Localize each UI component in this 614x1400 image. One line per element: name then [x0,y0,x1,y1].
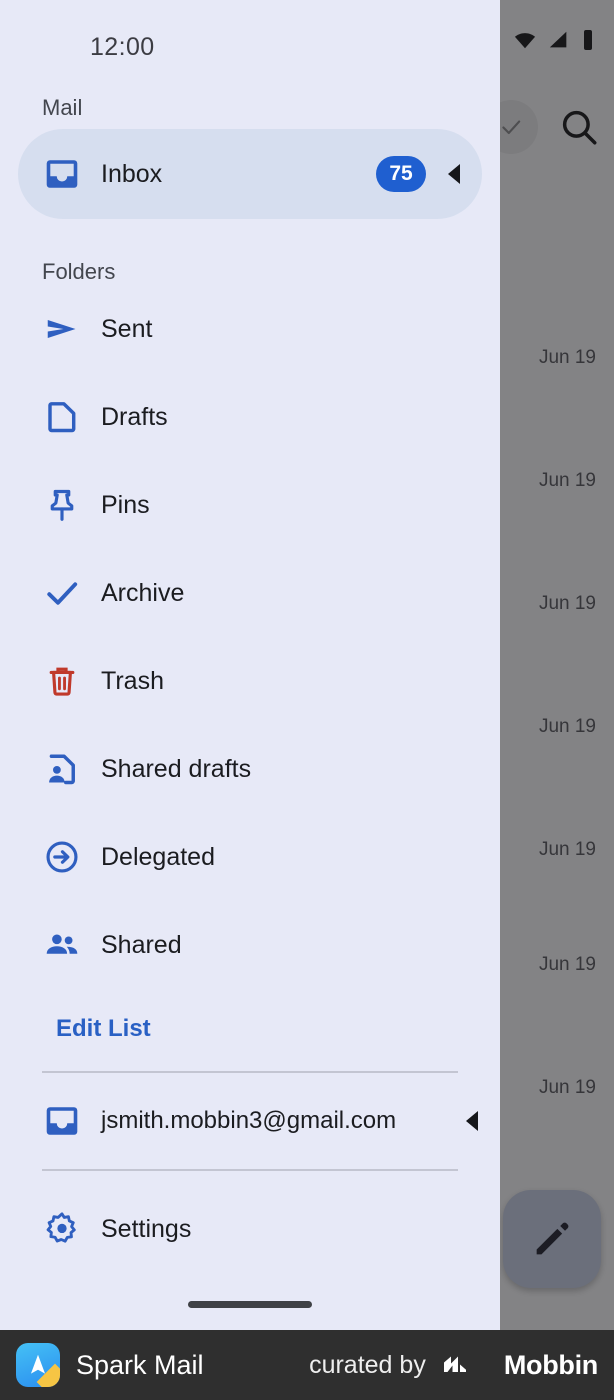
sidebar-item-label: Pins [101,490,150,519]
sidebar-item-settings[interactable]: Settings [0,1185,500,1273]
send-icon [42,309,82,349]
sidebar-item-trash[interactable]: Trash [0,637,500,725]
navigation-drawer: 12:00 Mail Inbox 75 Folders Sent Drafts … [0,0,500,1330]
app-name-label: Spark Mail [76,1349,204,1380]
curated-by-branding: curated by Mobbin [309,1350,598,1381]
folders-section-title: Folders [42,259,116,284]
account-email-label: jsmith.mobbin3@gmail.com [101,1107,397,1134]
check-icon [42,573,82,613]
status-bar-clock: 12:00 [90,33,155,61]
divider [42,1169,458,1171]
sidebar-item-sent[interactable]: Sent [0,285,500,373]
mobbin-label: Mobbin [503,1349,598,1380]
sidebar-item-drafts[interactable]: Drafts [0,373,500,461]
gear-icon [42,1209,82,1249]
document-icon [42,397,82,437]
spark-mail-app-icon [16,1343,60,1387]
arrow-circle-right-icon [42,837,82,877]
inbox-icon [42,1101,82,1141]
sidebar-item-label: Sent [101,314,153,343]
sidebar-item-label: Trash [101,666,164,695]
brand-bar: Spark Mail curated by Mobbin [0,1330,614,1400]
sidebar-item-delegated[interactable]: Delegated [0,813,500,901]
sidebar-item-label: Delegated [101,842,215,871]
curated-by-label: curated by [309,1350,426,1379]
sidebar-item-pins[interactable]: Pins [0,461,500,549]
sidebar-item-shared-drafts[interactable]: Shared drafts [0,725,500,813]
caret-left-icon[interactable] [466,1111,478,1131]
shared-draft-icon [42,749,82,789]
mobbin-logo-icon [443,1356,466,1372]
sidebar-item-inbox[interactable]: Inbox 75 [18,129,482,219]
edit-list-button[interactable]: Edit List [0,1015,500,1043]
people-icon [42,925,82,965]
sidebar-item-label: Archive [101,578,185,607]
pin-icon [42,485,82,525]
sidebar-item-shared[interactable]: Shared [0,901,500,989]
mail-section-title: Mail [42,95,83,120]
sidebar-item-archive[interactable]: Archive [0,549,500,637]
sidebar-item-label: Shared drafts [101,754,252,783]
sidebar-item-label: Settings [101,1214,192,1243]
sidebar-item-label: Drafts [101,402,168,431]
caret-left-icon[interactable] [448,164,460,184]
unread-badge: 75 [376,156,426,192]
inbox-icon [42,154,82,194]
sidebar-item-account[interactable]: jsmith.mobbin3@gmail.com [0,1073,500,1169]
app-branding: Spark Mail [16,1343,204,1387]
phone-screen: Mi… Tea… Jun 19 ting… Jun 19 de i… Jun 1… [0,0,614,1400]
home-indicator[interactable] [188,1301,312,1308]
trash-icon [42,661,82,701]
sidebar-item-label: Inbox [101,159,163,188]
sidebar-item-label: Shared [101,930,182,959]
